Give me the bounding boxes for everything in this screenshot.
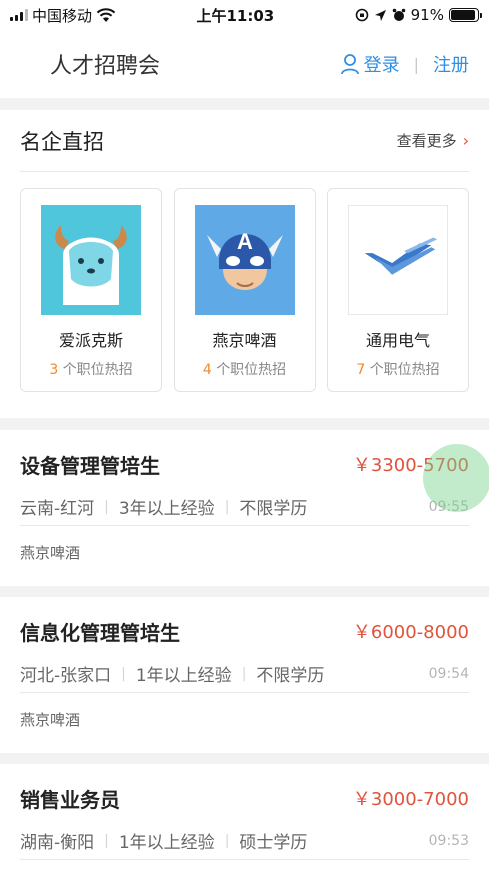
featured-companies-section: 名企直招 查看更多 › 爱派克斯 3 个职位热招 A 燕京啤酒 4 个职位热招 …: [0, 110, 489, 418]
job-title: 信息化管理管培生: [20, 620, 180, 645]
salary: ￥6000-8000: [352, 622, 469, 643]
view-more-label: 查看更多: [396, 132, 457, 150]
job-listing[interactable]: 设备管理管培生 ￥3300-5700 云南-红河 | 3年以上经验 | 不限学历…: [0, 430, 489, 586]
status-right: 91%: [355, 6, 482, 24]
job-education: 不限学历: [256, 666, 325, 686]
job-tags: 云南-红河 | 3年以上经验 | 不限学历: [20, 494, 308, 520]
job-company: 燕京啤酒: [20, 543, 81, 562]
clock: 上午11:03: [196, 6, 275, 25]
job-count-number: 4: [202, 362, 212, 378]
location-arrow-icon: [374, 9, 386, 21]
job-count: 7 个职位热招: [356, 359, 439, 379]
job-title: 设备管理管培生: [20, 453, 160, 478]
yeti-mascot-icon: [41, 205, 141, 315]
captain-mascot-icon: A: [194, 205, 295, 315]
divider: |: [241, 665, 247, 682]
svg-text:A: A: [237, 229, 253, 254]
job-meta: 云南-红河 | 3年以上经验 | 不限学历 09:55: [20, 492, 469, 526]
job-count: 3 个职位热招: [49, 359, 132, 379]
job-listing[interactable]: 销售业务员 ￥3000-7000 湖南-衡阳 | 1年以上经验 | 硕士学历 0…: [0, 764, 489, 875]
page-title: 人才招聘会: [50, 54, 161, 79]
job-experience: 3年以上经验: [118, 499, 215, 519]
job-title: 销售业务员: [20, 787, 120, 812]
wifi-icon: [96, 7, 116, 22]
job-count-number: 3: [49, 362, 59, 378]
view-more-link[interactable]: 查看更多 ›: [397, 130, 469, 151]
user-icon[interactable]: [340, 53, 360, 75]
job-tags: 河北-张家口 | 1年以上经验 | 不限学历: [20, 661, 325, 687]
divider: |: [224, 832, 230, 849]
job-count-suffix: 个职位热招: [369, 362, 440, 378]
company-name: 通用电气: [365, 331, 430, 350]
auth-links: 登录 | 注册: [340, 51, 469, 77]
divider: |: [413, 54, 419, 74]
job-header: 销售业务员 ￥3000-7000: [20, 764, 469, 826]
divider: |: [121, 665, 126, 682]
job-experience: 1年以上经验: [118, 833, 215, 853]
job-tags: 湖南-衡阳 | 1年以上经验 | 硕士学历: [20, 828, 308, 854]
job-listing[interactable]: 信息化管理管培生 ￥6000-8000 河北-张家口 | 1年以上经验 | 不限…: [0, 597, 489, 753]
job-location: 河北-张家口: [20, 666, 112, 686]
battery-icon: [448, 8, 482, 22]
company-name: 燕京啤酒: [212, 331, 277, 350]
job-meta: 河北-张家口 | 1年以上经验 | 不限学历 09:54: [20, 659, 469, 693]
job-location: 云南-红河: [20, 499, 95, 519]
battery-percent: 91%: [410, 6, 444, 24]
section-title: 名企直招: [20, 129, 104, 154]
post-time: 09:54: [428, 665, 469, 682]
alarm-icon: [392, 8, 405, 21]
job-header: 信息化管理管培生 ￥6000-8000: [20, 597, 469, 659]
carrier-label: 中国移动: [32, 6, 93, 25]
wing-logo-icon: [348, 205, 448, 315]
touch-indicator: [423, 444, 489, 512]
status-bar: 中国移动 上午11:03 91%: [0, 0, 489, 30]
job-location: 湖南-衡阳: [20, 833, 95, 853]
section-header: 名企直招 查看更多 ›: [20, 110, 469, 172]
orientation-lock-icon: [355, 8, 368, 22]
company-card[interactable]: 爱派克斯 3 个职位热招: [20, 188, 162, 392]
job-count-number: 7: [356, 362, 366, 378]
job-header: 设备管理管培生 ￥3300-5700: [20, 430, 469, 492]
status-left: 中国移动: [10, 5, 116, 26]
divider: |: [104, 832, 109, 849]
company-cards: 爱派克斯 3 个职位热招 A 燕京啤酒 4 个职位热招 通用电气 7 个职位热招: [20, 188, 469, 392]
divider: |: [224, 498, 230, 515]
job-count-suffix: 个职位热招: [216, 362, 287, 378]
divider: |: [104, 498, 109, 515]
company-card[interactable]: 通用电气 7 个职位热招: [327, 188, 469, 392]
company-name: 爱派克斯: [58, 331, 123, 350]
login-link[interactable]: 登录: [364, 51, 400, 77]
job-experience: 1年以上经验: [135, 666, 232, 686]
job-education: 不限学历: [239, 499, 308, 519]
post-time: 09:53: [428, 832, 469, 849]
company-card[interactable]: A 燕京啤酒 4 个职位热招: [173, 188, 316, 392]
salary: ￥3000-7000: [352, 789, 469, 810]
register-link[interactable]: 注册: [433, 51, 469, 77]
job-company: 燕京啤酒: [20, 710, 81, 729]
job-count-suffix: 个职位热招: [62, 362, 133, 378]
chevron-right-icon: ›: [462, 131, 469, 150]
job-education: 硕士学历: [239, 833, 308, 853]
signal-icon: [10, 9, 28, 21]
app-header: 人才招聘会 登录 | 注册: [0, 30, 489, 98]
job-meta: 湖南-衡阳 | 1年以上经验 | 硕士学历 09:53: [20, 826, 469, 860]
job-count: 4 个职位热招: [203, 359, 286, 379]
